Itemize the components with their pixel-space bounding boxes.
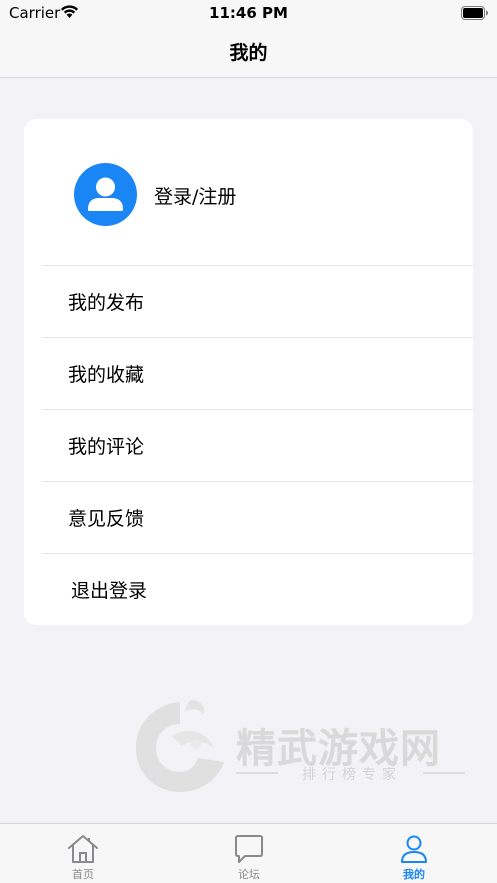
menu-item-logout[interactable]: 退出登录 <box>24 553 473 625</box>
watermark-logo-icon <box>136 700 224 792</box>
tab-bar: 首页 论坛 我的 <box>0 823 497 883</box>
tab-label: 论坛 <box>238 868 260 881</box>
tab-home[interactable]: 首页 <box>0 824 166 883</box>
menu-item-label: 退出登录 <box>71 580 148 602</box>
avatar[interactable] <box>74 163 137 226</box>
divider <box>42 481 473 482</box>
divider <box>42 337 473 338</box>
battery-icon <box>461 5 489 24</box>
menu-item-feedback[interactable]: 意见反馈 <box>24 481 473 553</box>
tab-mine[interactable]: 我的 <box>331 824 497 883</box>
home-icon <box>68 835 98 863</box>
person-icon <box>401 835 427 863</box>
watermark-subtitle: 排行榜专家 <box>302 767 402 783</box>
menu-item-my-posts[interactable]: 我的发布 <box>24 265 473 337</box>
tab-label: 我的 <box>403 868 425 881</box>
menu-item-my-comments[interactable]: 我的评论 <box>24 409 473 481</box>
tab-label: 首页 <box>72 868 94 881</box>
page-title: 我的 <box>229 42 268 64</box>
divider <box>42 409 473 410</box>
menu-item-label: 我的收藏 <box>68 364 145 386</box>
login-register-link[interactable]: 登录/注册 <box>154 182 236 209</box>
menu-item-label: 我的评论 <box>68 436 145 458</box>
login-row[interactable]: 登录/注册 <box>24 119 473 265</box>
clock: 11:46 PM <box>209 4 288 22</box>
watermark: 精武游戏网 排行榜专家 <box>128 696 473 826</box>
divider <box>42 553 473 554</box>
menu-item-my-favorites[interactable]: 我的收藏 <box>24 337 473 409</box>
tab-forum[interactable]: 论坛 <box>166 824 332 883</box>
person-icon <box>88 177 123 211</box>
menu-item-label: 我的发布 <box>68 292 145 314</box>
watermark-rule <box>423 772 465 774</box>
status-bar: Carrier 11:46 PM <box>0 0 497 26</box>
navigation-bar: 我的 <box>0 26 497 78</box>
profile-menu-card: 登录/注册 我的发布 我的收藏 我的评论 意见反馈 退出登录 <box>24 119 473 625</box>
divider <box>42 265 473 266</box>
chat-bubble-icon <box>235 835 263 863</box>
menu-item-label: 意见反馈 <box>68 508 145 530</box>
